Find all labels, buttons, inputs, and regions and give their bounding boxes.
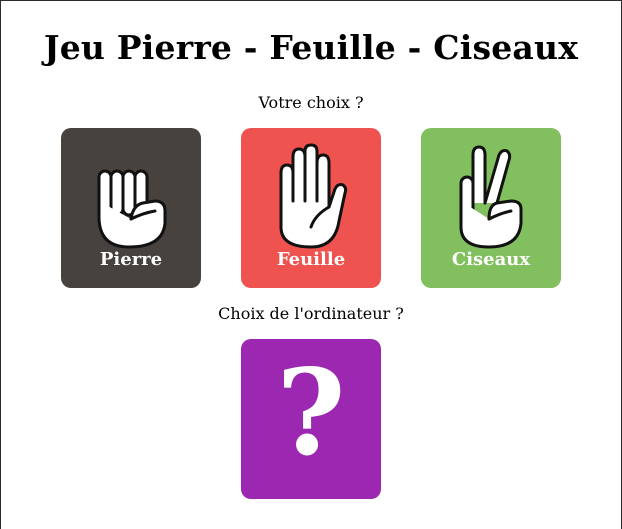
computer-prompt: Choix de l'ordinateur ? [218,304,404,323]
peace-hand-icon [459,145,523,249]
question-mark-icon: ? [276,343,346,482]
ciseaux-button[interactable]: Ciseaux [421,128,561,288]
open-hand-icon [279,143,348,249]
computer-choice-card: ? [241,339,381,499]
feuille-label: Feuille [276,249,346,270]
feuille-button[interactable]: Feuille [241,128,381,288]
fist-icon [97,169,167,249]
ciseaux-label: Ciseaux [451,249,531,270]
pierre-label: Pierre [99,249,163,270]
page-title: Jeu Pierre - Feuille - Ciseaux [43,28,579,67]
player-prompt: Votre choix ? [258,93,364,112]
pierre-button[interactable]: Pierre [61,128,201,288]
